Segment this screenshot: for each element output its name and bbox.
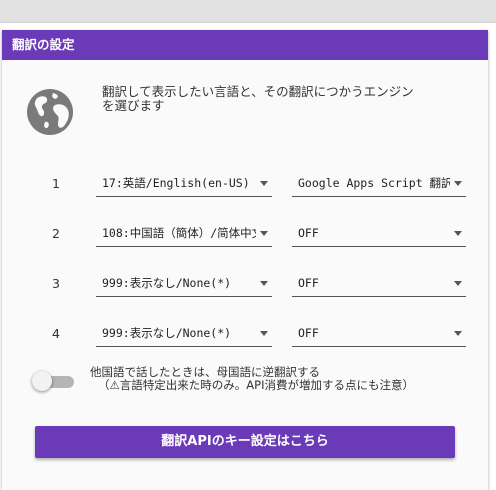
language-row-4: 4 999:表示なし/None(*) OFF xyxy=(2,320,488,350)
row-number: 3 xyxy=(52,276,60,291)
row-number: 1 xyxy=(52,176,60,191)
row-number: 4 xyxy=(52,326,60,341)
language-row-1: 1 17:英語/English(en-US) Google Apps Scrip… xyxy=(2,170,488,200)
language-select-3[interactable]: 999:表示なし/None(*) xyxy=(96,270,272,297)
translation-settings-dialog: 翻訳の設定 翻訳して表示したい言語と、その翻訳につかうエンジン を選びます 1 … xyxy=(2,30,488,490)
engine-select-3[interactable]: OFF xyxy=(292,270,466,297)
language-select-value: 17:英語/English(en-US) xyxy=(102,176,250,190)
api-key-settings-button[interactable]: 翻訳APIのキー設定はこちら xyxy=(35,426,455,458)
engine-select-1[interactable]: Google Apps Script 翻訳 xyxy=(292,170,466,197)
description-line-2: を選びます xyxy=(102,98,165,113)
chevron-down-icon xyxy=(454,181,462,186)
chevron-down-icon xyxy=(454,331,462,336)
engine-select-value: OFF xyxy=(298,276,319,290)
engine-select-4[interactable]: OFF xyxy=(292,320,466,347)
engine-select-value: Google Apps Script 翻訳 xyxy=(298,176,450,190)
chevron-down-icon xyxy=(454,281,462,286)
chevron-down-icon xyxy=(260,281,268,286)
language-select-4[interactable]: 999:表示なし/None(*) xyxy=(96,320,272,347)
language-select-1[interactable]: 17:英語/English(en-US) xyxy=(96,170,272,197)
row-number: 2 xyxy=(52,226,60,241)
engine-select-value: OFF xyxy=(298,326,319,340)
reverse-translate-description: 他国語で話したときは、母国語に逆翻訳する （⚠言語特定出来た時のみ。API消費が… xyxy=(90,366,480,392)
globe-icon xyxy=(27,89,73,135)
language-row-2: 2 108:中国語（簡体）/简体中文 OFF xyxy=(2,220,488,250)
dialog-title: 翻訳の設定 xyxy=(2,30,488,60)
chevron-down-icon xyxy=(454,231,462,236)
language-select-value: 999:表示なし/None(*) xyxy=(102,276,232,290)
reverse-translate-toggle[interactable] xyxy=(32,370,78,392)
language-select-value: 999:表示なし/None(*) xyxy=(102,326,232,340)
description-text: 翻訳して表示したい言語と、その翻訳につかうエンジン を選びます xyxy=(102,85,472,113)
engine-select-value: OFF xyxy=(298,226,319,240)
description-line-1: 翻訳して表示したい言語と、その翻訳につかうエンジン xyxy=(102,84,414,99)
engine-select-2[interactable]: OFF xyxy=(292,220,466,247)
reverse-translate-warning: （⚠言語特定出来た時のみ。API消費が増加する点にも注意） xyxy=(98,378,414,392)
toggle-thumb xyxy=(32,371,52,391)
language-row-3: 3 999:表示なし/None(*) OFF xyxy=(2,270,488,300)
chevron-down-icon xyxy=(260,331,268,336)
background-window-strip xyxy=(0,0,496,23)
chevron-down-icon xyxy=(260,231,268,236)
language-select-value: 108:中国語（簡体）/简体中文 xyxy=(102,226,256,240)
language-select-2[interactable]: 108:中国語（簡体）/简体中文 xyxy=(96,220,272,247)
chevron-down-icon xyxy=(260,181,268,186)
